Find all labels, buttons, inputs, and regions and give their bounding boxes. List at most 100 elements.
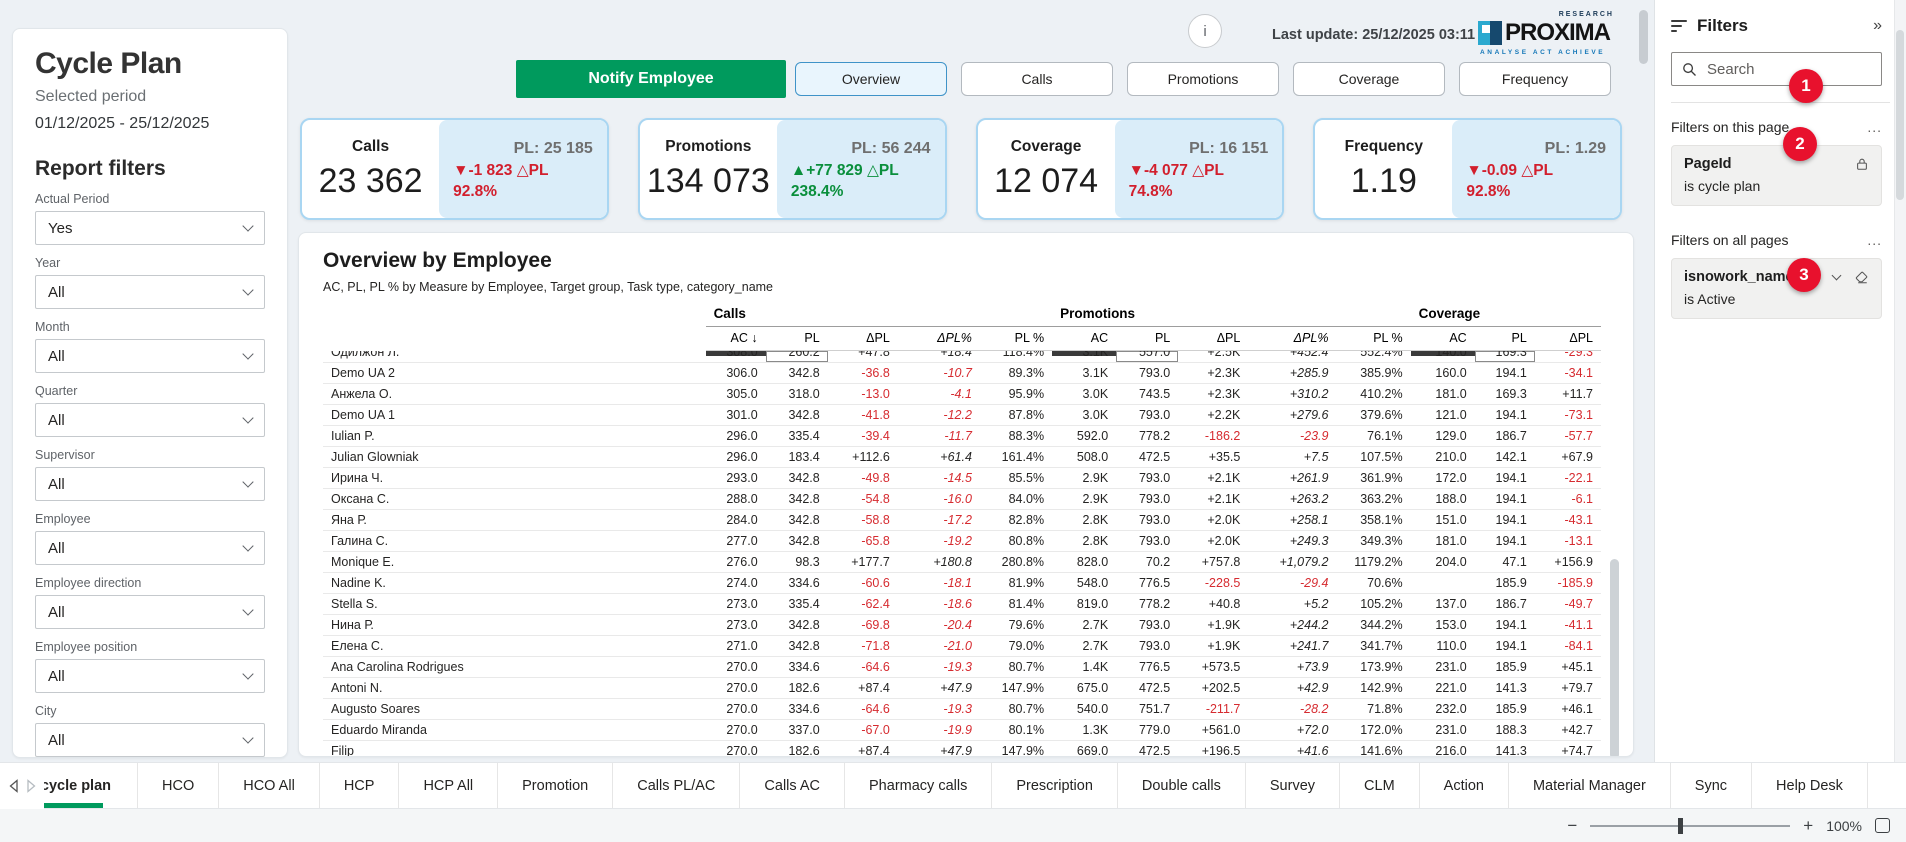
table-row[interactable]: Оксана С.288.0342.8-54.8-16.084.0%2.9K79…: [323, 489, 1601, 510]
filter-card-isnowork[interactable]: isnowork_name is Active: [1671, 258, 1882, 319]
page-tab-hco[interactable]: HCO: [138, 763, 219, 808]
nav-button-coverage[interactable]: Coverage: [1293, 62, 1445, 96]
table-row[interactable]: Demo UA 1301.0342.8-41.8-12.287.8%3.0K79…: [323, 405, 1601, 426]
zoom-slider[interactable]: [1590, 825, 1790, 827]
table-scrollbar[interactable]: [1610, 559, 1619, 757]
value-cell: 110.0: [1411, 636, 1475, 657]
kpi-main: Coverage12 074: [978, 120, 1115, 218]
column-header[interactable]: ΔPL%: [1248, 327, 1336, 351]
collapse-pane-icon[interactable]: »: [1873, 17, 1882, 35]
table-row[interactable]: Ирина Ч.293.0342.8-49.8-14.585.5%2.9K793…: [323, 468, 1601, 489]
page-tab-prescription[interactable]: Prescription: [992, 763, 1118, 808]
page-tab-hco-all[interactable]: HCO All: [219, 763, 320, 808]
value-cell: 819.0: [1052, 594, 1116, 615]
column-header[interactable]: PL %: [1336, 327, 1410, 351]
value-cell: 305.0: [706, 384, 766, 405]
column-header[interactable]: PL %: [980, 327, 1052, 351]
value-cell: 296.0: [706, 426, 766, 447]
logo-name: PROXIMA: [1505, 19, 1610, 47]
page-tab-material-manager[interactable]: Material Manager: [1509, 763, 1671, 808]
filter-dropdown-city[interactable]: All: [35, 723, 265, 757]
nav-button-frequency[interactable]: Frequency: [1459, 62, 1611, 96]
table-row[interactable]: Eduardo Miranda270.0337.0-67.0-19.980.1%…: [323, 720, 1601, 741]
filter-dropdown-quarter[interactable]: All: [35, 403, 265, 437]
logo-tagline: ANALYSE ACT ACHIEVE: [1478, 49, 1618, 56]
column-header[interactable]: ΔPL: [828, 327, 898, 351]
zoom-slider-thumb[interactable]: [1678, 818, 1683, 834]
page-tab-pharmacy-calls[interactable]: Pharmacy calls: [845, 763, 992, 808]
table-row[interactable]: Nadine K.274.0334.6-60.6-18.181.9%548.07…: [323, 573, 1601, 594]
table-row[interactable]: Monique E.276.098.3+177.7+180.8280.8%828…: [323, 552, 1601, 573]
filters-search-input[interactable]: Search: [1671, 52, 1882, 86]
value-cell: 778.2: [1116, 426, 1178, 447]
page-tab-action[interactable]: Action: [1420, 763, 1509, 808]
chevron-down-icon[interactable]: [1832, 271, 1842, 281]
column-header[interactable]: AC: [1411, 327, 1475, 351]
info-icon[interactable]: i: [1188, 14, 1222, 48]
column-header[interactable]: ΔPL%: [898, 327, 980, 351]
fit-to-page-icon[interactable]: [1875, 818, 1890, 833]
zoom-in-button[interactable]: +: [1803, 816, 1813, 836]
table-row[interactable]: Анжела О.305.0318.0-13.0-4.195.9%3.0K743…: [323, 384, 1601, 405]
value-cell: 592.0: [1052, 426, 1116, 447]
table-row[interactable]: Antoni N.270.0182.6+87.4+47.9147.9%675.0…: [323, 678, 1601, 699]
filter-dropdown-employee-position[interactable]: All: [35, 659, 265, 693]
column-header[interactable]: ΔPL: [1535, 327, 1601, 351]
page-tab-help-desk[interactable]: Help Desk: [1752, 763, 1868, 808]
tab-scroll-left-icon[interactable]: [8, 779, 19, 793]
more-options-icon[interactable]: ...: [1867, 119, 1882, 135]
filter-dropdown-employee[interactable]: All: [35, 531, 265, 565]
filter-condition: is cycle plan: [1684, 178, 1869, 194]
filter-dropdown-year[interactable]: All: [35, 275, 265, 309]
page-tab-double-calls[interactable]: Double calls: [1118, 763, 1246, 808]
column-header[interactable]: ΔPL: [1178, 327, 1248, 351]
page-tab-hcp[interactable]: HCP: [320, 763, 400, 808]
page-tab-clm[interactable]: CLM: [1340, 763, 1420, 808]
page-tab-calls-pl-ac[interactable]: Calls PL/AC: [613, 763, 740, 808]
table-row[interactable]: Augusto Soares270.0334.6-64.6-19.380.7%5…: [323, 699, 1601, 720]
column-header[interactable]: PL: [1475, 327, 1535, 351]
table-row[interactable]: Галина С.277.0342.8-65.8-19.280.8%2.8K79…: [323, 531, 1601, 552]
nav-button-overview[interactable]: Overview: [795, 62, 947, 96]
filter-dropdown-month[interactable]: All: [35, 339, 265, 373]
notify-employee-button[interactable]: Notify Employee: [516, 60, 786, 98]
page-tab-promotion[interactable]: Promotion: [498, 763, 613, 808]
table-row[interactable]: Елена С.271.0342.8-71.8-21.079.0%2.7K793…: [323, 636, 1601, 657]
value-cell: -43.1: [1535, 510, 1601, 531]
value-cell: 277.0: [706, 531, 766, 552]
page-tab-sync[interactable]: Sync: [1671, 763, 1752, 808]
page-tab-hcp-all[interactable]: HCP All: [399, 763, 498, 808]
main-scrollbar[interactable]: [1639, 10, 1648, 64]
column-header[interactable]: AC: [1052, 327, 1116, 351]
table-row[interactable]: Stella S.273.0335.4-62.4-18.681.4%819.07…: [323, 594, 1601, 615]
table-row[interactable]: Iulian P.296.0335.4-39.4-11.788.3%592.07…: [323, 426, 1601, 447]
column-header[interactable]: PL: [766, 327, 828, 351]
value-cell: 89.3%: [980, 363, 1052, 384]
column-header[interactable]: PL: [1116, 327, 1178, 351]
table-row[interactable]: Demo UA 2306.0342.8-36.8-10.789.3%3.1K79…: [323, 363, 1601, 384]
page-tab-survey[interactable]: Survey: [1246, 763, 1340, 808]
nav-button-calls[interactable]: Calls: [961, 62, 1113, 96]
tab-scroll-right-icon[interactable]: [26, 779, 37, 793]
more-options-icon[interactable]: ...: [1867, 232, 1882, 248]
value-cell: 172.0: [1411, 468, 1475, 489]
filter-card-pageid[interactable]: PageId is cycle plan: [1671, 145, 1882, 206]
value-cell: +2.1K: [1178, 489, 1248, 510]
eraser-icon[interactable]: [1854, 270, 1869, 285]
nav-button-promotions[interactable]: Promotions: [1127, 62, 1279, 96]
table-row[interactable]: Julian Glowniak296.0183.4+112.6+61.4161.…: [323, 447, 1601, 468]
table-row[interactable]: Filip270.0182.6+87.4+47.9147.9%669.0472.…: [323, 741, 1601, 758]
table-row[interactable]: Яна Р.284.0342.8-58.8-17.282.8%2.8K793.0…: [323, 510, 1601, 531]
window-scrollbar[interactable]: [1894, 0, 1906, 762]
filter-dropdown-employee-direction[interactable]: All: [35, 595, 265, 629]
table-row[interactable]: Одилжон Л.308.0260.2+47.8+18.4118.4%3.1K…: [323, 351, 1601, 363]
column-header[interactable]: AC ↓: [706, 327, 766, 351]
kpi-plan-box: PL: 16 151▼-4 077 △PL74.8%: [1115, 120, 1283, 218]
zoom-out-button[interactable]: −: [1567, 816, 1577, 836]
value-cell: -64.6: [828, 699, 898, 720]
filter-dropdown-actual-period[interactable]: Yes: [35, 211, 265, 245]
table-row[interactable]: Ana Carolina Rodrigues270.0334.6-64.6-19…: [323, 657, 1601, 678]
page-tab-calls-ac[interactable]: Calls AC: [740, 763, 845, 808]
table-row[interactable]: Нина Р.273.0342.8-69.8-20.479.6%2.7K793.…: [323, 615, 1601, 636]
filter-dropdown-supervisor[interactable]: All: [35, 467, 265, 501]
